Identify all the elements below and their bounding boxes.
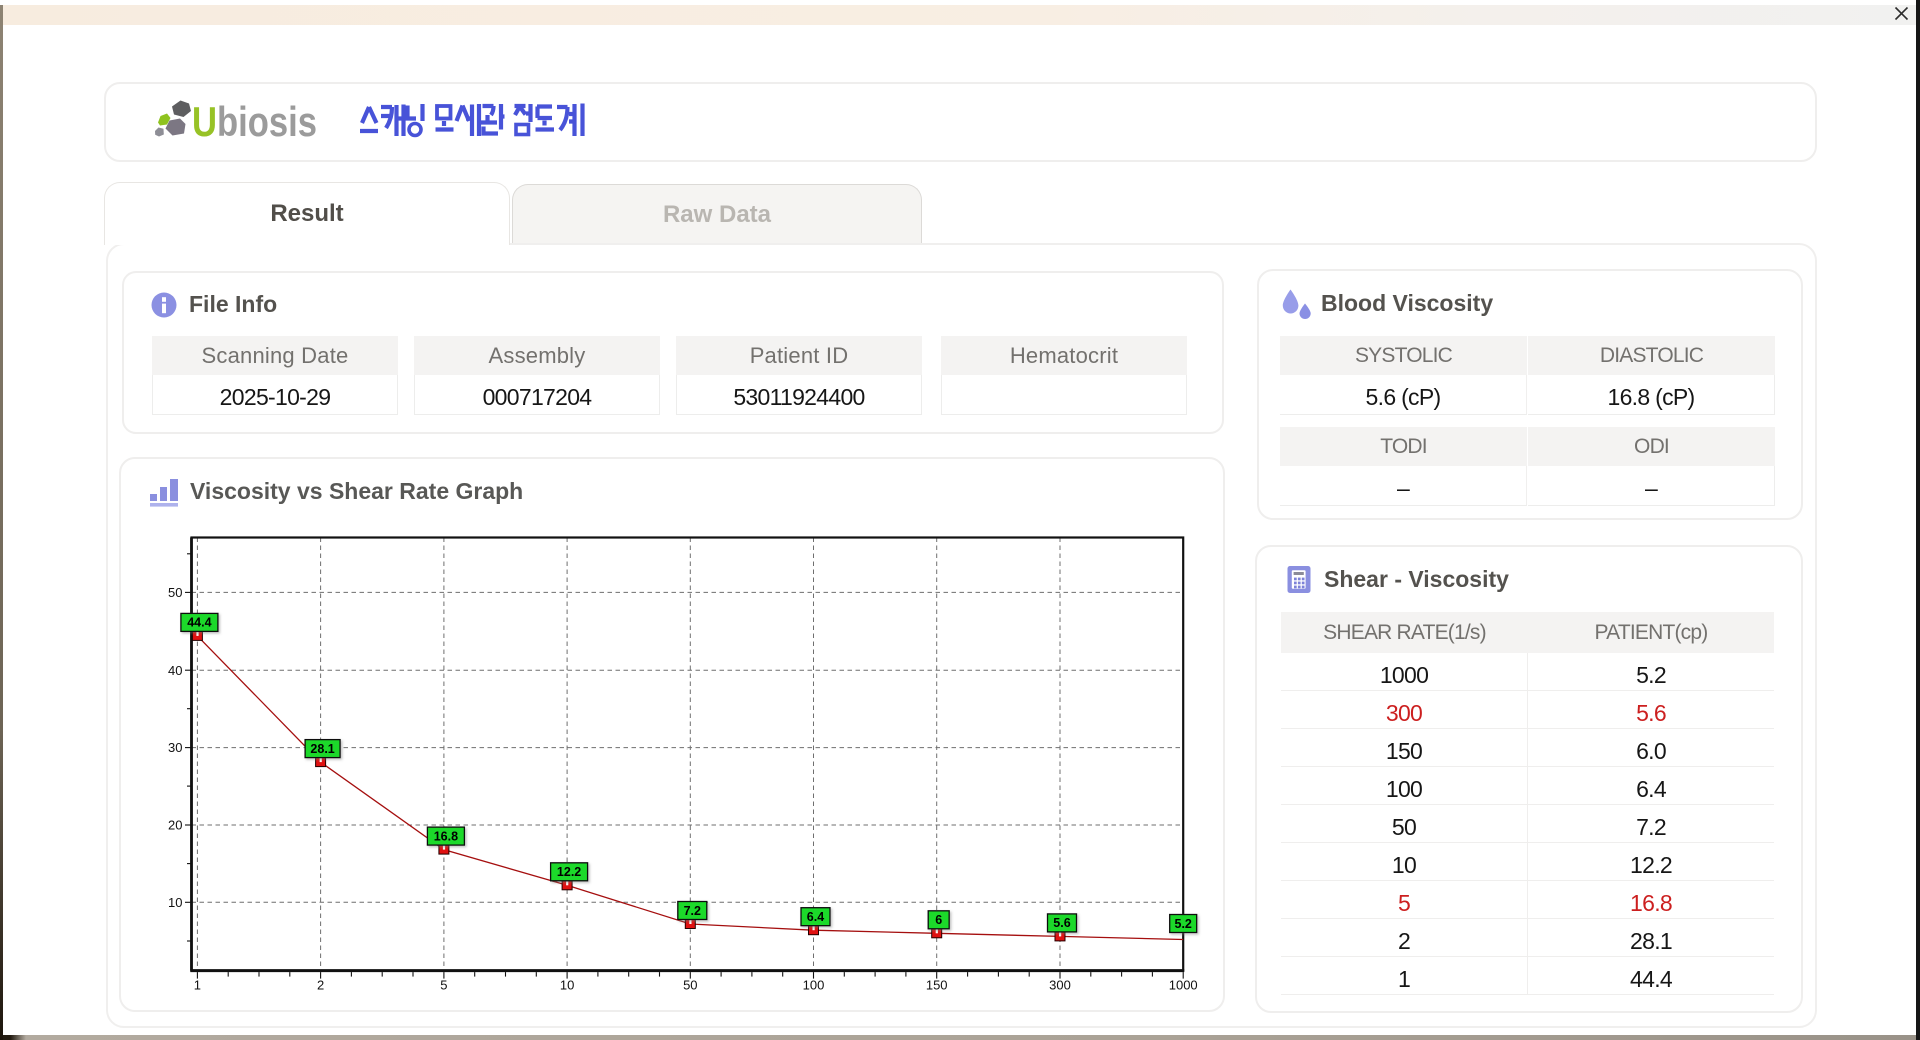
svg-text:44.4: 44.4 <box>187 616 211 630</box>
svg-text:30: 30 <box>168 740 182 755</box>
svg-text:1: 1 <box>194 978 201 993</box>
svg-text:40: 40 <box>168 663 182 678</box>
svg-text:28.1: 28.1 <box>310 742 334 756</box>
svg-text:10: 10 <box>168 895 182 910</box>
svg-text:150: 150 <box>926 978 948 993</box>
svg-text:50: 50 <box>683 978 697 993</box>
svg-text:1000: 1000 <box>1169 978 1198 993</box>
svg-text:5: 5 <box>440 978 447 993</box>
svg-text:5.6: 5.6 <box>1053 916 1070 930</box>
svg-text:300: 300 <box>1049 978 1071 993</box>
svg-text:10: 10 <box>560 978 574 993</box>
svg-text:16.8: 16.8 <box>434 829 458 843</box>
svg-text:2: 2 <box>317 978 324 993</box>
svg-text:6: 6 <box>935 913 942 927</box>
svg-text:100: 100 <box>803 978 825 993</box>
svg-text:7.2: 7.2 <box>684 904 701 918</box>
svg-text:Ubiosis: Ubiosis <box>192 98 317 143</box>
svg-text:5.2: 5.2 <box>1175 917 1192 931</box>
svg-text:6.4: 6.4 <box>807 910 824 924</box>
svg-text:50: 50 <box>168 585 182 600</box>
svg-text:20: 20 <box>168 818 182 833</box>
svg-text:12.2: 12.2 <box>557 865 581 879</box>
